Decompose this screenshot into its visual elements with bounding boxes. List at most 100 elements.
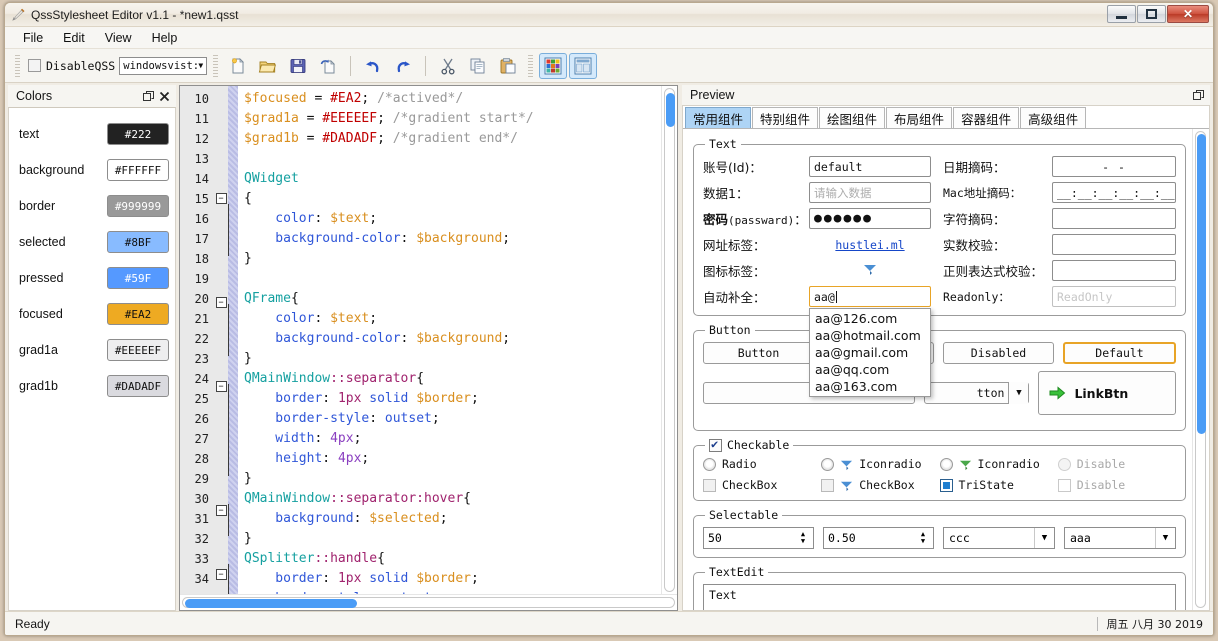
radio-icon-blue[interactable]: Iconradio bbox=[821, 457, 939, 471]
fold-toggle-icon[interactable]: − bbox=[216, 505, 227, 516]
toolbar-grip[interactable] bbox=[15, 55, 20, 77]
preview-vertical-scrollbar[interactable] bbox=[1192, 129, 1209, 610]
button-default[interactable]: Default bbox=[1063, 342, 1176, 364]
code-line[interactable]: height: 4px; bbox=[244, 449, 661, 469]
spinbox-double[interactable]: 0.50 ▲▼ bbox=[823, 527, 934, 549]
checkbox-tristate[interactable]: TriState bbox=[940, 478, 1058, 492]
mac-mask-input[interactable]: __:__:__:__:__:__ bbox=[1052, 182, 1176, 203]
checkable-groupbox-checkbox[interactable] bbox=[709, 439, 722, 452]
preview-panel-button[interactable] bbox=[569, 53, 597, 79]
spinbox-int[interactable]: 50 ▲▼ bbox=[703, 527, 814, 549]
color-swatch-button[interactable]: #8BF bbox=[107, 231, 169, 253]
data1-input[interactable]: 请输入数据 bbox=[809, 182, 931, 203]
spinbox-int-arrows[interactable]: ▲▼ bbox=[796, 529, 810, 547]
code-line[interactable]: border: 1px solid $border; bbox=[244, 569, 661, 589]
fold-cell[interactable] bbox=[214, 169, 228, 189]
combobox-ccc[interactable]: ccc ▼ bbox=[943, 527, 1055, 549]
code-line[interactable]: border: 1px solid $border; bbox=[244, 389, 661, 409]
preview-tab-2[interactable]: 绘图组件 bbox=[819, 107, 885, 128]
chevron-down-icon[interactable]: ▼ bbox=[1008, 382, 1028, 404]
code-line[interactable]: background: $selected; bbox=[244, 509, 661, 529]
regex-validate-input[interactable] bbox=[1052, 260, 1176, 281]
code-line[interactable]: background-color: $background; bbox=[244, 229, 661, 249]
autocomplete-item[interactable]: aa@gmail.com bbox=[810, 344, 930, 361]
code-line[interactable]: } bbox=[244, 529, 661, 549]
preview-dock-float-button[interactable] bbox=[1190, 87, 1206, 103]
code-line[interactable]: QSplitter::handle{ bbox=[244, 549, 661, 569]
autocomplete-item[interactable]: aa@126.com bbox=[810, 310, 930, 327]
code-line[interactable]: { bbox=[244, 189, 661, 209]
code-line[interactable] bbox=[244, 149, 661, 169]
checkbox-plain[interactable]: CheckBox bbox=[703, 478, 821, 492]
color-swatch-button[interactable]: #999999 bbox=[107, 195, 169, 217]
code-line[interactable]: QMainWindow::separator{ bbox=[244, 369, 661, 389]
code-line[interactable]: } bbox=[244, 469, 661, 489]
minimize-button[interactable] bbox=[1107, 5, 1136, 23]
autocomplete-item[interactable]: aa@qq.com bbox=[810, 361, 930, 378]
code-line[interactable] bbox=[244, 269, 661, 289]
toolbar-grip-3[interactable] bbox=[528, 55, 533, 77]
code-line[interactable]: color: $text; bbox=[244, 309, 661, 329]
chevron-down-icon[interactable]: ▼ bbox=[1155, 528, 1175, 548]
fold-cell[interactable] bbox=[214, 401, 228, 421]
cut-button[interactable] bbox=[434, 53, 462, 79]
fold-cell[interactable] bbox=[214, 589, 228, 594]
code-line[interactable]: QMainWindow::separator:hover{ bbox=[244, 489, 661, 509]
textedit-area[interactable]: Text bbox=[703, 584, 1176, 610]
fold-toggle-icon[interactable]: − bbox=[216, 297, 227, 308]
scrollbar-thumb[interactable] bbox=[666, 93, 675, 127]
undo-button[interactable] bbox=[359, 53, 387, 79]
code-line[interactable]: QWidget bbox=[244, 169, 661, 189]
chevron-down-icon[interactable]: ▼ bbox=[1034, 528, 1054, 548]
code-text[interactable]: $focused = #EA2; /*actived*/$grad1a = #E… bbox=[238, 86, 661, 594]
url-link[interactable]: hustlei.ml bbox=[835, 238, 904, 252]
code-line[interactable]: border-style: outset; bbox=[244, 409, 661, 429]
radio-icon-green[interactable]: Iconradio bbox=[940, 457, 1058, 471]
fold-cell[interactable] bbox=[214, 233, 228, 253]
editor-vertical-scrollbar[interactable] bbox=[661, 86, 677, 594]
autocomplete-popup[interactable]: aa@126.comaa@hotmail.comaa@gmail.comaa@q… bbox=[809, 308, 931, 397]
fold-toggle-icon[interactable]: − bbox=[216, 569, 227, 580]
colors-panel-button[interactable] bbox=[539, 53, 567, 79]
menu-item-edit[interactable]: Edit bbox=[53, 29, 95, 47]
code-line[interactable]: $grad1a = #EEEEEF; /*gradient start*/ bbox=[244, 109, 661, 129]
scrollbar-thumb[interactable] bbox=[1197, 134, 1206, 434]
fold-cell[interactable] bbox=[214, 461, 228, 481]
fold-cell[interactable] bbox=[214, 357, 228, 377]
fold-cell[interactable] bbox=[214, 89, 228, 109]
editor-horizontal-scrollbar[interactable] bbox=[180, 594, 677, 610]
preview-tab-3[interactable]: 布局组件 bbox=[886, 107, 952, 128]
fold-cell[interactable]: − bbox=[214, 381, 228, 401]
color-swatch-button[interactable]: #222 bbox=[107, 123, 169, 145]
char-mask-input[interactable] bbox=[1052, 208, 1176, 229]
color-swatch-button[interactable]: #59F bbox=[107, 267, 169, 289]
color-swatch-button[interactable]: #DADADF bbox=[107, 375, 169, 397]
fold-cell[interactable] bbox=[214, 317, 228, 337]
fold-cell[interactable] bbox=[214, 481, 228, 501]
fold-cell[interactable] bbox=[214, 149, 228, 169]
preview-tab-4[interactable]: 容器组件 bbox=[953, 107, 1019, 128]
fold-cell[interactable]: − bbox=[214, 297, 228, 317]
fold-cell[interactable]: − bbox=[214, 505, 228, 525]
button-plain[interactable]: Button bbox=[703, 342, 814, 364]
preview-tab-1[interactable]: 特别组件 bbox=[752, 107, 818, 128]
menu-item-file[interactable]: File bbox=[13, 29, 53, 47]
fold-cell[interactable]: − bbox=[214, 569, 228, 589]
disable-qss-checkbox[interactable]: DisableQSS bbox=[26, 59, 117, 73]
fold-cell[interactable] bbox=[214, 421, 228, 441]
scrollbar-track-h[interactable] bbox=[182, 597, 675, 608]
fold-cell[interactable] bbox=[214, 441, 228, 461]
menu-item-help[interactable]: Help bbox=[142, 29, 188, 47]
code-line[interactable]: background-color: $background; bbox=[244, 329, 661, 349]
button-link[interactable]: LinkBtn bbox=[1038, 371, 1176, 415]
save-file-button[interactable] bbox=[284, 53, 312, 79]
autocomplete-item[interactable]: aa@163.com bbox=[810, 378, 930, 395]
scrollbar-track[interactable] bbox=[1195, 131, 1206, 608]
code-line[interactable]: color: $text; bbox=[244, 209, 661, 229]
new-file-button[interactable] bbox=[224, 53, 252, 79]
fold-cell[interactable] bbox=[214, 273, 228, 293]
maximize-button[interactable] bbox=[1137, 5, 1166, 23]
real-validate-input[interactable] bbox=[1052, 234, 1176, 255]
style-combo[interactable]: windowsvist: ▼ bbox=[119, 57, 207, 75]
paste-button[interactable] bbox=[494, 53, 522, 79]
